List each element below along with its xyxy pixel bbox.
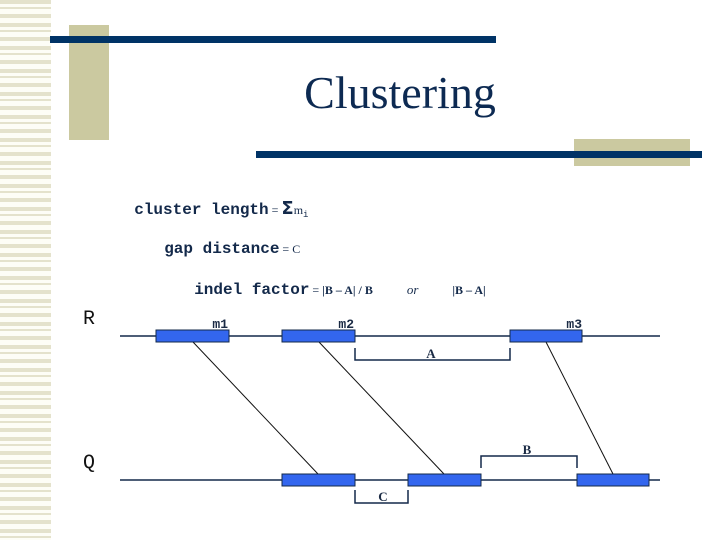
block-label-m1: m1 [212, 317, 228, 332]
q-block-1 [281, 473, 356, 487]
bracket-label-c: C [378, 489, 387, 504]
bracket-label-a: A [426, 346, 436, 361]
q-block-3 [576, 473, 650, 487]
alignment-line-m1 [192, 341, 319, 475]
block-label-m2: m2 [338, 317, 354, 332]
alignment-line-m2 [318, 341, 445, 475]
q-block-2 [407, 473, 482, 487]
alignment-diagram: m1 m2 m3 A B C [120, 317, 660, 504]
bracket-label-b: B [523, 442, 532, 457]
bracket-b [480, 455, 578, 468]
block-label-m3: m3 [566, 317, 582, 332]
alignment-line-m3 [545, 341, 614, 475]
